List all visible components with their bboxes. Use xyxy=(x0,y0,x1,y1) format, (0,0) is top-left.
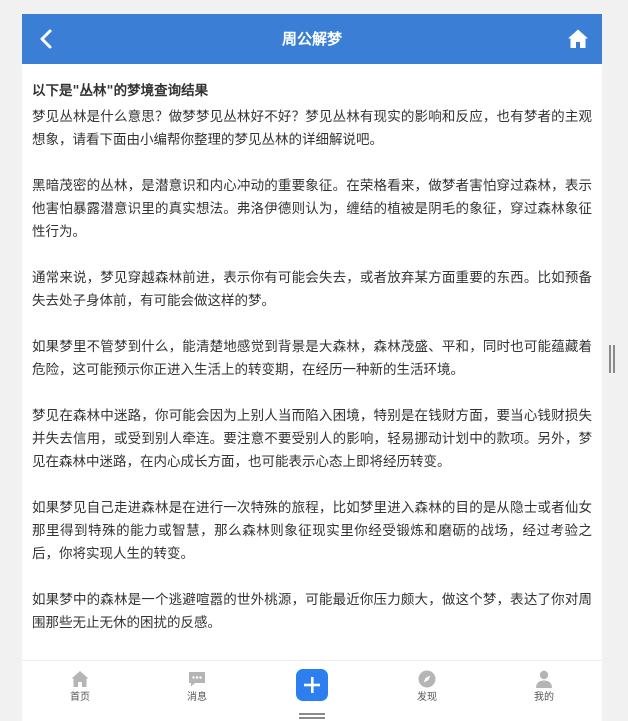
top-bar: 周公解梦 xyxy=(22,14,602,64)
result-paragraph: 如果梦见自己走进森林是在进行一次特殊的旅程，比如梦里进入森林的目的是从隐士或者仙… xyxy=(32,500,592,562)
bottom-resize-handle[interactable] xyxy=(299,713,325,719)
bottom-tab-bar: 首页 消息 发现 我的 xyxy=(22,660,602,721)
tab-discover[interactable]: 发现 xyxy=(397,669,457,709)
compass-icon xyxy=(418,670,436,688)
result-paragraph: 通常来说，梦见穿越森林前进，表示你有可能会失去，或者放弃某方面重要的东西。比如预… xyxy=(32,270,592,309)
result-paragraph: 如果梦里不管梦到什么，能清楚地感觉到背景是大森林，森林茂盛、平和，同时也可能蕴藏… xyxy=(32,339,592,378)
tab-home[interactable]: 首页 xyxy=(50,669,110,709)
home-icon[interactable] xyxy=(566,27,590,51)
result-paragraph: 梦见丛林是什么意思？做梦梦见丛林好不好？梦见丛林有现实的影响和反应，也有梦者的主… xyxy=(32,109,592,148)
app-screen: 周公解梦 以下是"丛林"的梦境查询结果 梦见丛林是什么意思？做梦梦见丛林好不好？… xyxy=(22,14,602,721)
tab-profile[interactable]: 我的 xyxy=(514,669,574,709)
message-icon xyxy=(189,672,205,687)
tab-label: 发现 xyxy=(417,692,437,703)
tab-label: 消息 xyxy=(187,692,207,703)
page-title: 周公解梦 xyxy=(281,30,342,48)
home-icon xyxy=(71,671,89,687)
add-post-button[interactable] xyxy=(296,669,328,701)
plus-icon xyxy=(304,677,320,693)
dream-result-content[interactable]: 以下是"丛林"的梦境查询结果 梦见丛林是什么意思？做梦梦见丛林好不好？梦见丛林有… xyxy=(32,78,592,658)
tab-label: 我的 xyxy=(534,692,554,703)
tab-messages[interactable]: 消息 xyxy=(167,669,227,709)
result-heading: 以下是"丛林"的梦境查询结果 xyxy=(32,83,209,99)
tab-label: 首页 xyxy=(70,692,90,703)
resize-handle[interactable] xyxy=(609,345,615,373)
user-icon xyxy=(536,670,552,688)
result-paragraph: 如果梦中的森林是一个逃避喧嚣的世外桃源，可能最近你压力颇大，做这个梦，表达了你对… xyxy=(32,592,592,631)
result-paragraph: 梦见在森林中迷路，你可能会因为上别人当而陷入困境，特别是在钱财方面，要当心钱财损… xyxy=(32,408,592,470)
result-paragraph: 黑暗茂密的丛林，是潜意识和内心冲动的重要象征。在荣格看来，做梦者害怕穿过森林，表… xyxy=(32,178,592,240)
